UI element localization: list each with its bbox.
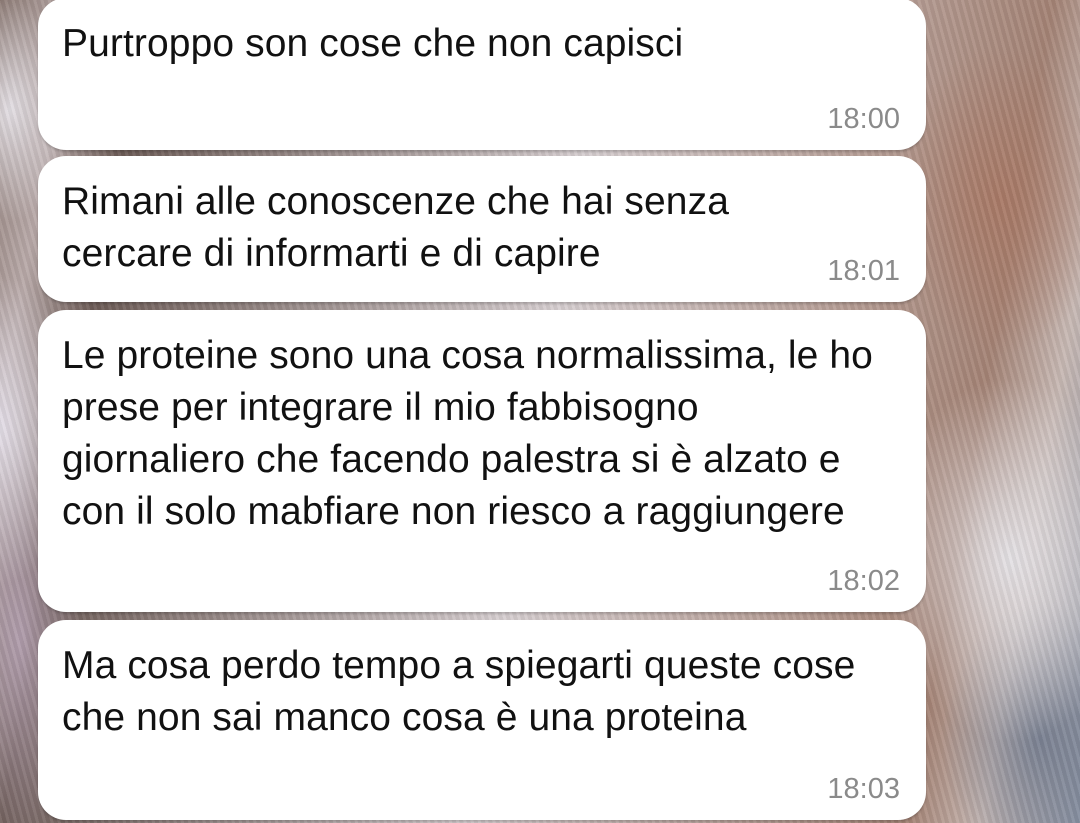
message-bubble[interactable]: Ma cosa perdo tempo a spiegarti queste c… [38,620,926,820]
message-bubble[interactable]: Rimani alle conoscenze che hai senza cer… [38,156,926,302]
message-timestamp: 18:01 [827,255,900,287]
message-text: Ma cosa perdo tempo a spiegarti queste c… [62,644,856,739]
message-timestamp: 18:02 [827,565,900,597]
message-text: Le proteine sono una cosa normalissima, … [62,334,873,533]
message-timestamp: 18:00 [827,103,900,135]
message-text: Rimani alle conoscenze che hai senza cer… [62,180,729,275]
message-text: Purtroppo son cose che non capisci [62,22,684,65]
message-timestamp: 18:03 [827,773,900,805]
message-list[interactable]: Purtroppo son cose che non capisci 18:00… [0,0,1080,823]
message-bubble[interactable]: Purtroppo son cose che non capisci 18:00 [38,0,926,150]
message-bubble[interactable]: Le proteine sono una cosa normalissima, … [38,310,926,612]
